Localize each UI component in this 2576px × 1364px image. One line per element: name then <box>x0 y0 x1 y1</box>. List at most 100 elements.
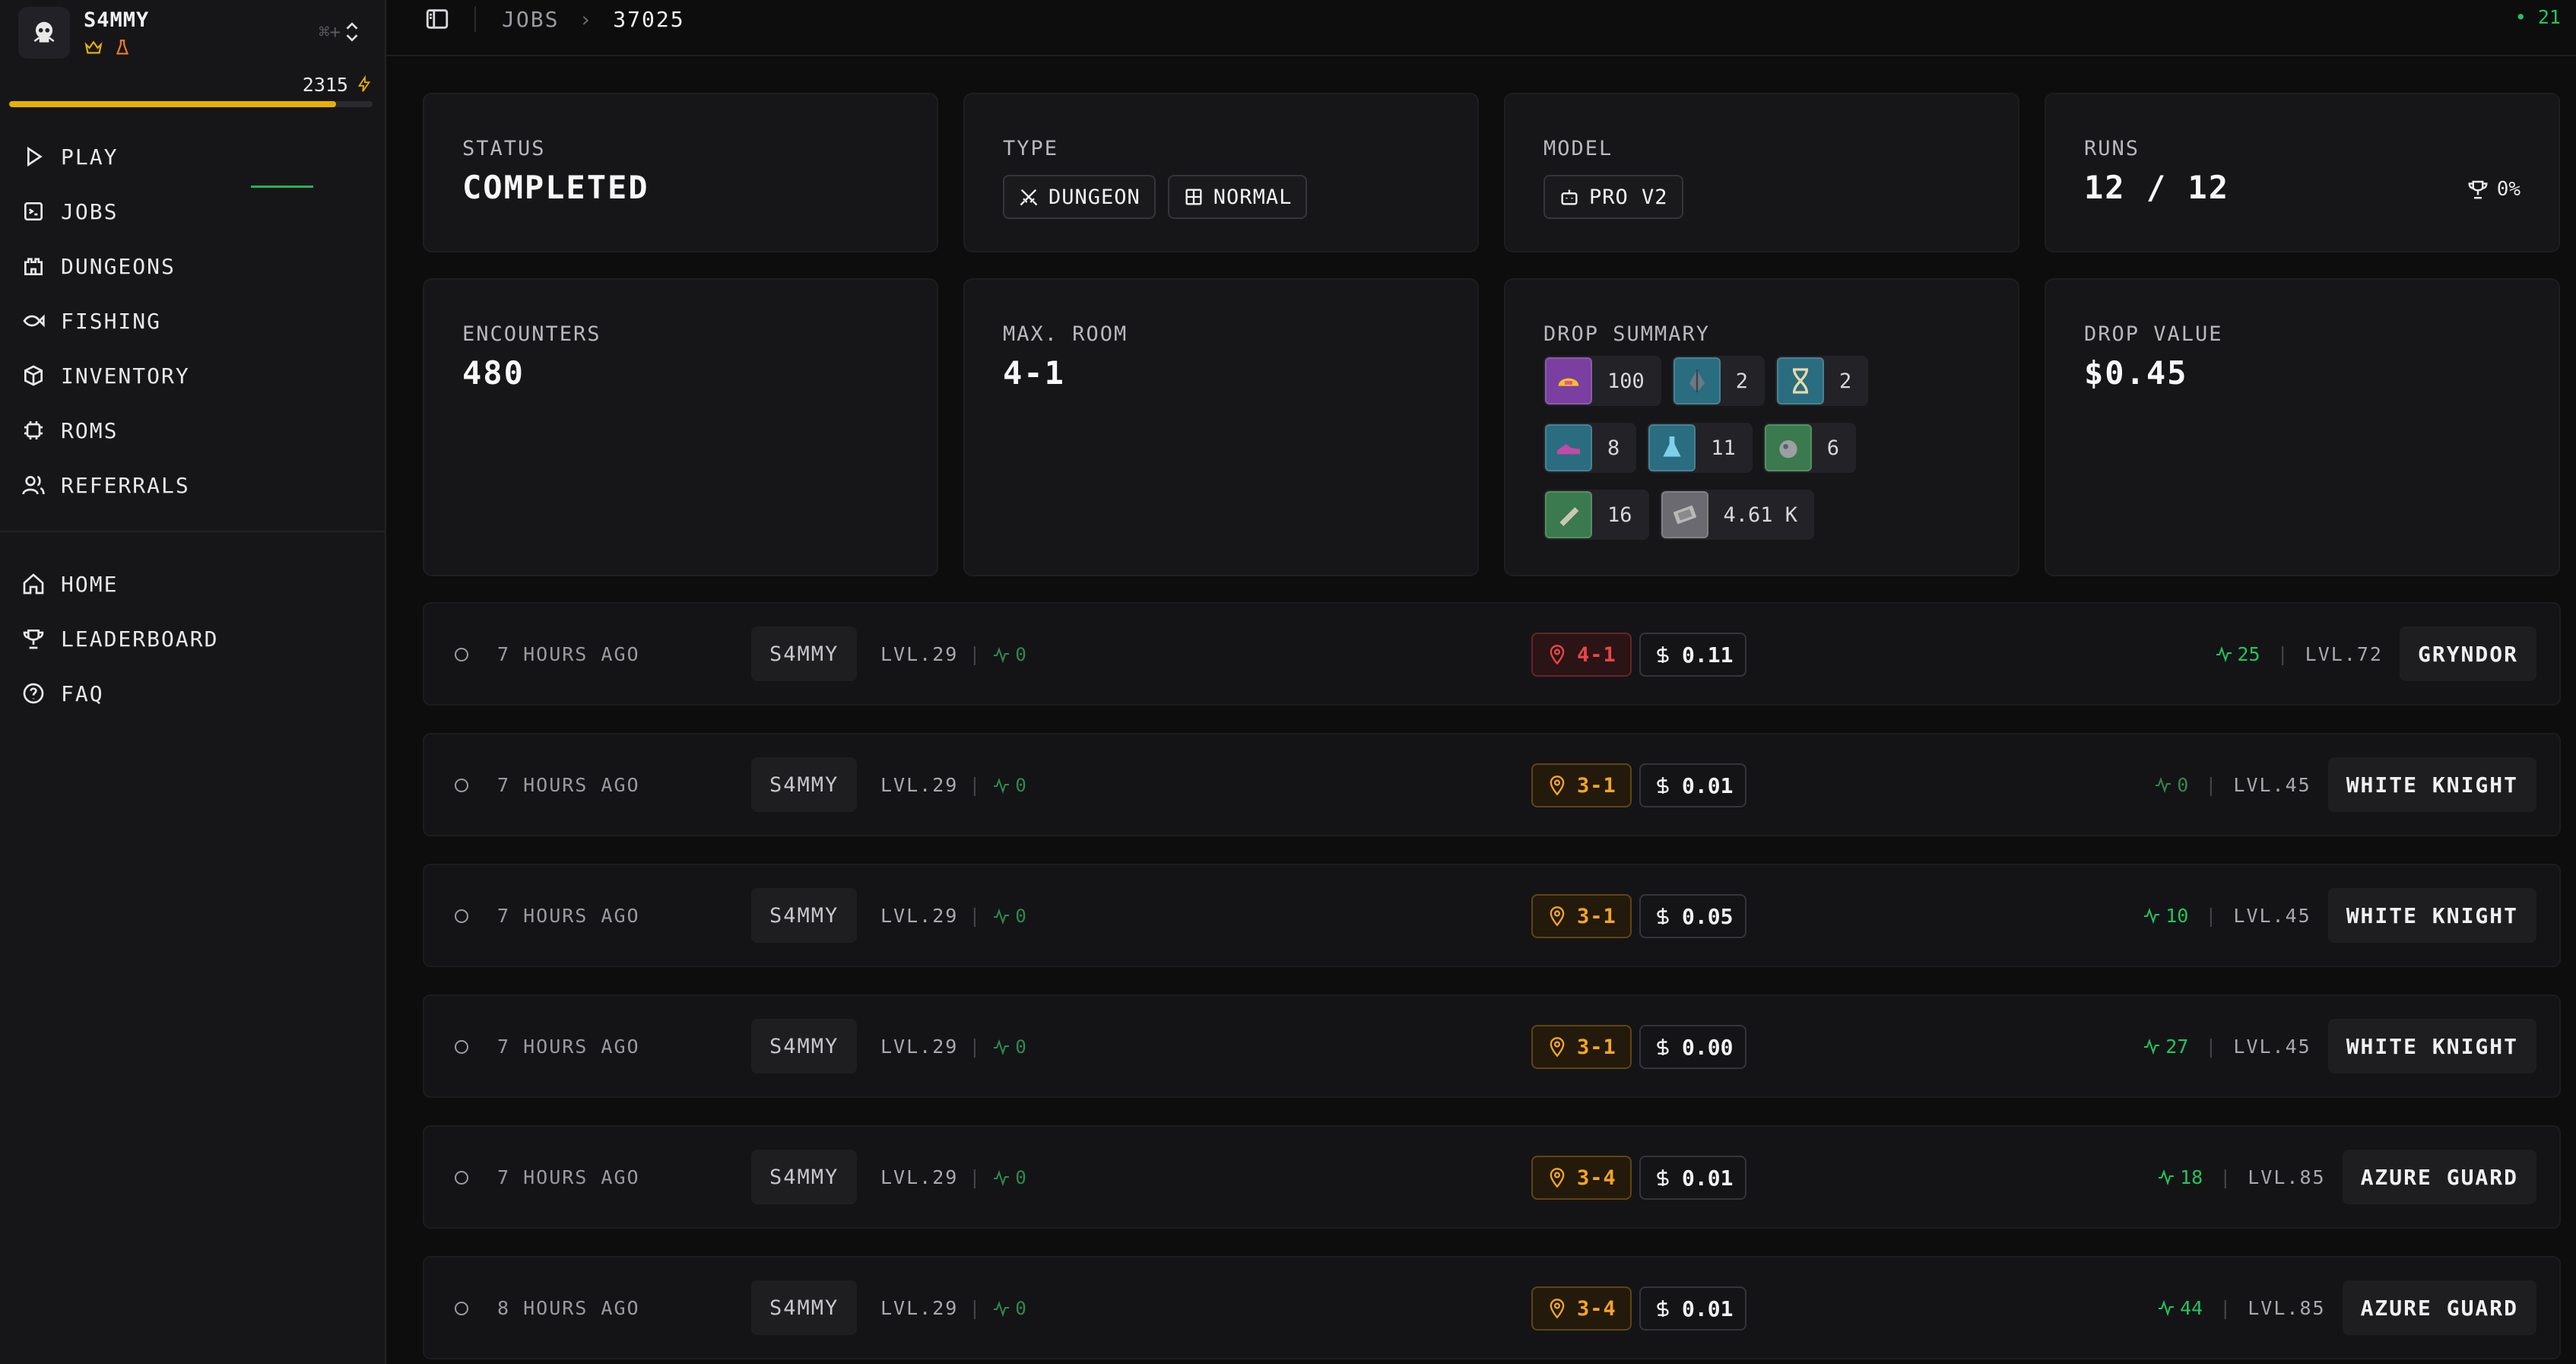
grid-icon <box>1185 189 1202 205</box>
flask-icon <box>1648 424 1696 471</box>
enemy-level: LVL.45 <box>2233 904 2311 927</box>
run-row[interactable]: 7 HOURS AGO S4MMY LVL.29 | 0 3-1 0.01 0 | LVL.45 W… <box>423 733 2561 836</box>
enemy-group: 0 | LVL.45 WHITE KNIGHT <box>2154 757 2536 812</box>
enemy-name[interactable]: WHITE KNIGHT <box>2327 757 2536 812</box>
fish-icon <box>23 314 45 328</box>
enemy-score: 44 <box>2157 1297 2203 1319</box>
dollar-icon <box>1657 1169 1669 1186</box>
dollar-icon <box>1657 646 1669 663</box>
status-dot <box>455 1171 468 1185</box>
player-level: LVL.29 <box>880 905 959 927</box>
nav-fishing[interactable]: FISHING <box>0 293 386 348</box>
player-name[interactable]: S4MMY <box>751 1150 858 1204</box>
type-tag-normal: NORMAL <box>1167 175 1308 219</box>
run-value: 0.01 <box>1639 1156 1747 1200</box>
status-dot <box>455 648 468 661</box>
drop-item[interactable]: 16 <box>1543 490 1649 540</box>
nav-divider <box>0 531 386 532</box>
separator: | <box>969 643 982 665</box>
enemy-name[interactable]: AZURE GUARD <box>2342 1280 2536 1335</box>
enemy-level: LVL.72 <box>2305 642 2383 665</box>
run-time: 7 HOURS AGO <box>497 774 640 796</box>
drop-qty: 6 <box>1826 436 1840 460</box>
run-value-amount: 0.01 <box>1682 1165 1734 1191</box>
username: S4MMY <box>84 8 150 32</box>
run-row[interactable]: 8 HOURS AGO S4MMY LVL.29 | 0 3-4 0.01 44 | LVL.85… <box>423 1256 2561 1359</box>
enemy-score-value: 0 <box>2177 773 2189 796</box>
separator: | <box>2219 1166 2232 1188</box>
player-name[interactable]: S4MMY <box>751 757 858 812</box>
run-value: 0.01 <box>1639 1286 1747 1331</box>
drop-item[interactable]: 2 <box>1671 356 1765 406</box>
drop-value: $0.45 <box>2084 354 2188 392</box>
separator: | <box>2205 773 2217 796</box>
enemy-level: LVL.45 <box>2233 773 2311 796</box>
player-level: LVL.29 <box>880 1297 959 1319</box>
shoe-icon <box>1545 424 1592 471</box>
run-row[interactable]: 7 HOURS AGO S4MMY LVL.29 | 0 3-4 0.01 18 | LVL.85… <box>423 1125 2561 1229</box>
nav-referrals[interactable]: REFERRALS <box>0 458 386 512</box>
enemy-level: LVL.85 <box>2248 1296 2326 1319</box>
run-row[interactable]: 7 HOURS AGO S4MMY LVL.29 | 0 4-1 0.11 25 | LVL.72… <box>423 602 2561 706</box>
enemy-name[interactable]: GRYNDOR <box>2399 626 2536 681</box>
player-score: 0 <box>992 1298 1027 1319</box>
enemy-score-value: 27 <box>2165 1035 2189 1058</box>
player-name[interactable]: S4MMY <box>751 888 858 943</box>
enemy-score-value: 44 <box>2180 1296 2203 1319</box>
type-card: TYPE DUNGEON NORMAL <box>963 93 1479 252</box>
nav-roms[interactable]: ROMS <box>0 403 386 458</box>
sidebar-toggle-icon[interactable] <box>424 6 450 32</box>
run-value: 0.01 <box>1639 763 1747 807</box>
nav-label: DUNGEONS <box>61 253 176 279</box>
player-name[interactable]: S4MMY <box>751 1280 858 1335</box>
player-name[interactable]: S4MMY <box>751 626 858 681</box>
chevron-updown-icon[interactable] <box>342 18 362 46</box>
nav-home[interactable]: HOME <box>0 557 386 611</box>
room-badge: 3-1 <box>1531 1025 1632 1069</box>
nav-play[interactable]: PLAY <box>0 129 386 184</box>
enemy-name[interactable]: WHITE KNIGHT <box>2327 888 2536 943</box>
win-rate: 0% <box>2467 178 2520 201</box>
room-badge: 3-4 <box>1531 1286 1632 1331</box>
run-value-amount: 0.01 <box>1682 772 1734 798</box>
enemy-name[interactable]: AZURE GUARD <box>2342 1150 2536 1204</box>
drop-item[interactable]: 11 <box>1647 423 1753 473</box>
status-dot <box>455 909 468 923</box>
player-score-value: 0 <box>1015 643 1028 665</box>
run-row[interactable]: 7 HOURS AGO S4MMY LVL.29 | 0 3-1 0.00 27 | LVL.45… <box>423 994 2561 1098</box>
user-switcher[interactable]: S4MMY ⌘+ <box>9 0 370 65</box>
win-rate-value: 0% <box>2496 178 2520 201</box>
drop-item[interactable]: 100 <box>1543 356 1661 406</box>
nav-inventory[interactable]: INVENTORY <box>0 348 386 403</box>
main-nav: PLAY JOBS DUNGEONS FISHING INVENTORY ROM… <box>0 129 386 512</box>
card-label: RUNS <box>2084 137 2140 160</box>
drop-item[interactable]: 4.61 K <box>1659 490 1815 540</box>
dollar-icon <box>1657 1039 1669 1055</box>
breadcrumb-jobs[interactable]: JOBS <box>502 7 559 32</box>
nav-jobs[interactable]: JOBS <box>0 184 386 239</box>
player-name[interactable]: S4MMY <box>751 1019 858 1074</box>
topbar: JOBS › 37025 • 21 <box>386 0 2576 56</box>
castle-icon <box>24 258 43 275</box>
xp-value: 2315 <box>302 73 348 96</box>
enemy-score: 25 <box>2215 643 2260 665</box>
room-badge: 3-4 <box>1531 1156 1632 1200</box>
encounters-card: ENCOUNTERS 480 <box>423 278 938 576</box>
room-badge: 3-1 <box>1531 763 1632 807</box>
map-pin-icon <box>1550 776 1565 796</box>
nav-leaderboard[interactable]: LEADERBOARD <box>0 611 386 666</box>
player-score: 0 <box>992 1167 1027 1188</box>
nav-faq[interactable]: FAQ <box>0 666 386 721</box>
nav-dungeons[interactable]: DUNGEONS <box>0 239 386 293</box>
online-count: • 21 <box>2514 6 2561 28</box>
drop-item[interactable]: 8 <box>1543 423 1637 473</box>
drop-item[interactable]: 2 <box>1775 356 1869 406</box>
room-value: 3-4 <box>1577 1166 1616 1190</box>
jobs-icon <box>24 202 43 220</box>
activity-icon <box>994 646 1010 663</box>
enemy-name[interactable]: WHITE KNIGHT <box>2327 1019 2536 1074</box>
run-row[interactable]: 7 HOURS AGO S4MMY LVL.29 | 0 3-1 0.05 10 | LVL.45… <box>423 864 2561 967</box>
separator: | <box>2276 642 2289 665</box>
drop-item[interactable]: 6 <box>1762 423 1857 473</box>
enemy-score-value: 10 <box>2165 904 2189 927</box>
